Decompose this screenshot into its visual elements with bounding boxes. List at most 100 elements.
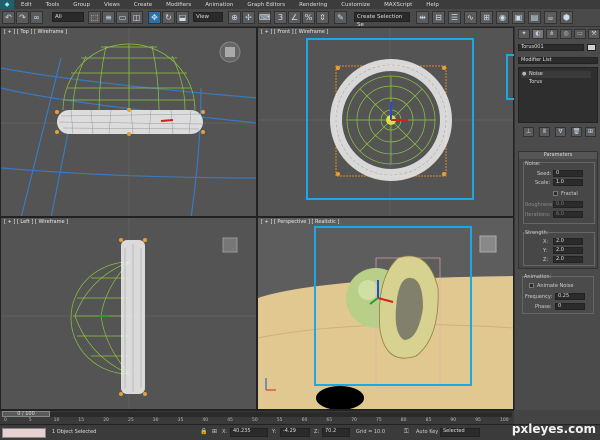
selection-status-text: 1 Object Selected <box>52 429 97 435</box>
viewport-top[interactable]: [ + ] [ Top ] [ Wireframe ] <box>0 27 257 217</box>
region-select-icon[interactable]: ▭ <box>116 11 129 24</box>
select-move-icon[interactable]: ✥ <box>148 11 161 24</box>
pivot-center-icon[interactable]: ⊕ <box>228 11 241 24</box>
lock-selection-icon[interactable]: 🔒 <box>200 428 207 435</box>
parameters-rollout-title[interactable]: Parameters <box>519 152 597 159</box>
fractal-checkbox[interactable] <box>553 191 558 196</box>
select-rotate-icon[interactable]: ↻ <box>162 11 175 24</box>
iterations-input[interactable]: 6.0 <box>553 211 583 218</box>
edit-named-selection-icon[interactable]: ✎ <box>334 11 347 24</box>
menu-rendering[interactable]: Rendering <box>292 2 334 8</box>
coord-z-label: Z: <box>314 429 320 435</box>
menu-animation[interactable]: Animation <box>198 2 240 8</box>
snap-toggle-icon[interactable]: 3 <box>274 11 287 24</box>
select-scale-icon[interactable]: ⬓ <box>176 11 189 24</box>
keyboard-shortcut-icon[interactable]: ⌨ <box>258 11 271 24</box>
percent-snap-icon[interactable]: % <box>302 11 315 24</box>
coord-x-input[interactable]: 40.235 <box>230 428 268 437</box>
coord-z-input[interactable]: 70.2 <box>322 428 350 437</box>
spinner-snap-icon[interactable]: ⇕ <box>316 11 329 24</box>
motion-tab-icon[interactable]: ◎ <box>560 29 572 39</box>
layer-manager-icon[interactable]: ☰ <box>448 11 461 24</box>
make-unique-icon[interactable]: ∀ <box>555 127 566 137</box>
strength-x-input[interactable]: 2.0 <box>553 238 583 245</box>
key-filter-dropdown[interactable]: Selected <box>440 428 480 437</box>
reference-coord-dropdown[interactable]: View <box>193 12 223 22</box>
create-tab-icon[interactable]: ✦ <box>518 29 530 39</box>
menu-customize[interactable]: Customize <box>334 2 377 8</box>
watermark: pxleyes.com <box>511 422 596 436</box>
seed-input[interactable]: 0 <box>553 170 583 177</box>
modify-tab-icon[interactable]: ◐ <box>532 29 544 39</box>
viewport-left-label[interactable]: [ + ] [ Left ] [ Wireframe ] <box>4 219 68 225</box>
configure-sets-icon[interactable]: ⊞ <box>585 127 596 137</box>
remove-modifier-icon[interactable]: 🗑 <box>571 127 582 137</box>
viewport-perspective-label[interactable]: [ + ] [ Perspective ] [ Realistic ] <box>261 219 339 225</box>
named-selection-dropdown[interactable]: Create Selection Se <box>354 12 410 28</box>
strength-z-input[interactable]: 2.0 <box>553 256 583 263</box>
object-name-field[interactable]: Torus001 <box>518 44 584 51</box>
window-crossing-icon[interactable]: ◫ <box>130 11 143 24</box>
viewport-left[interactable]: [ + ] [ Left ] [ Wireframe ] <box>0 217 257 410</box>
redo-icon[interactable]: ↷ <box>16 11 29 24</box>
timeline-tick-label: 70 <box>351 418 357 423</box>
show-end-result-icon[interactable]: Ⅱ <box>539 127 550 137</box>
menu-maxscript[interactable]: MAXScript <box>377 2 419 8</box>
pin-stack-icon[interactable]: ⊥ <box>523 127 534 137</box>
menu-create[interactable]: Create <box>127 2 159 8</box>
align-icon[interactable]: ⊟ <box>432 11 445 24</box>
angle-snap-icon[interactable]: ∠ <box>288 11 301 24</box>
viewport-front-label[interactable]: [ + ] [ Front ] [ Wireframe ] <box>261 29 328 35</box>
frequency-input[interactable]: 0.25 <box>555 293 585 300</box>
hierarchy-tab-icon[interactable]: ⋔ <box>546 29 558 39</box>
phase-input[interactable]: 0 <box>555 303 585 310</box>
schematic-view-icon[interactable]: ⊞ <box>480 11 493 24</box>
app-logo-icon[interactable]: ◆ <box>0 0 14 9</box>
rendered-frame-icon[interactable]: ▤ <box>528 11 541 24</box>
curve-editor-icon[interactable]: ∿ <box>464 11 477 24</box>
time-slider-thumb[interactable]: 0 / 100 <box>2 411 50 417</box>
auto-key-button[interactable]: Auto Key <box>416 429 438 435</box>
viewport-top-label[interactable]: [ + ] [ Top ] [ Wireframe ] <box>4 29 67 35</box>
stack-item-torus[interactable]: Torus <box>521 79 591 86</box>
time-slider-track[interactable] <box>2 412 512 417</box>
render-production-icon[interactable]: ☕ <box>544 11 557 24</box>
link-icon[interactable]: ∞ <box>30 11 43 24</box>
timeline-tick-label: 95 <box>475 418 481 423</box>
undo-icon[interactable]: ↶ <box>2 11 15 24</box>
command-panel: ✦ ◐ ⋔ ◎ ▭ ⚒ Torus001 Modifier List ● Noi… <box>514 27 600 410</box>
mirror-icon[interactable]: ⇹ <box>416 11 429 24</box>
parameters-rollout: Parameters Noise: Seed: 0 Scale: 1.0 Fra… <box>518 151 598 269</box>
menu-help[interactable]: Help <box>419 2 446 8</box>
timeline[interactable]: 0 / 100 0 5 10 15 20 25 30 35 40 45 50 55 60 65 70 75 80… <box>0 410 514 424</box>
strength-y-input[interactable]: 2.0 <box>553 247 583 254</box>
animate-noise-checkbox[interactable] <box>529 283 534 288</box>
modifier-list-dropdown[interactable]: Modifier List <box>518 57 598 64</box>
object-color-swatch[interactable] <box>587 44 596 51</box>
maxscript-listener-field[interactable] <box>2 428 46 438</box>
menu-tools[interactable]: Tools <box>39 2 67 8</box>
scale-input[interactable]: 1.0 <box>553 179 583 186</box>
select-by-name-icon[interactable]: ≡ <box>102 11 115 24</box>
set-key-icon[interactable]: ⚿ <box>404 428 409 436</box>
roughness-input[interactable]: 0.0 <box>553 201 583 208</box>
menu-edit[interactable]: Edit <box>14 2 39 8</box>
menu-views[interactable]: Views <box>97 2 127 8</box>
stack-item-noise[interactable]: ● Noise <box>521 71 591 78</box>
material-editor-icon[interactable]: ◉ <box>496 11 509 24</box>
manipulate-icon[interactable]: ✢ <box>242 11 255 24</box>
menu-graph-editors[interactable]: Graph Editors <box>240 2 292 8</box>
render-icon[interactable]: ⬢ <box>560 11 573 24</box>
coord-x-label: X: <box>222 429 228 435</box>
select-object-icon[interactable]: ⬚ <box>88 11 101 24</box>
menu-modifiers[interactable]: Modifiers <box>159 2 198 8</box>
absolute-mode-icon[interactable]: ⊞ <box>212 428 217 435</box>
coord-y-input[interactable]: -4.29 <box>280 428 310 437</box>
render-setup-icon[interactable]: ▣ <box>512 11 525 24</box>
eye-icon[interactable]: ● <box>522 71 526 77</box>
display-tab-icon[interactable]: ▭ <box>574 29 586 39</box>
selection-filter-dropdown[interactable]: All <box>52 12 84 22</box>
utilities-tab-icon[interactable]: ⚒ <box>588 29 600 39</box>
menu-group[interactable]: Group <box>66 2 97 8</box>
stack-item-torus-label: Torus <box>529 79 543 85</box>
